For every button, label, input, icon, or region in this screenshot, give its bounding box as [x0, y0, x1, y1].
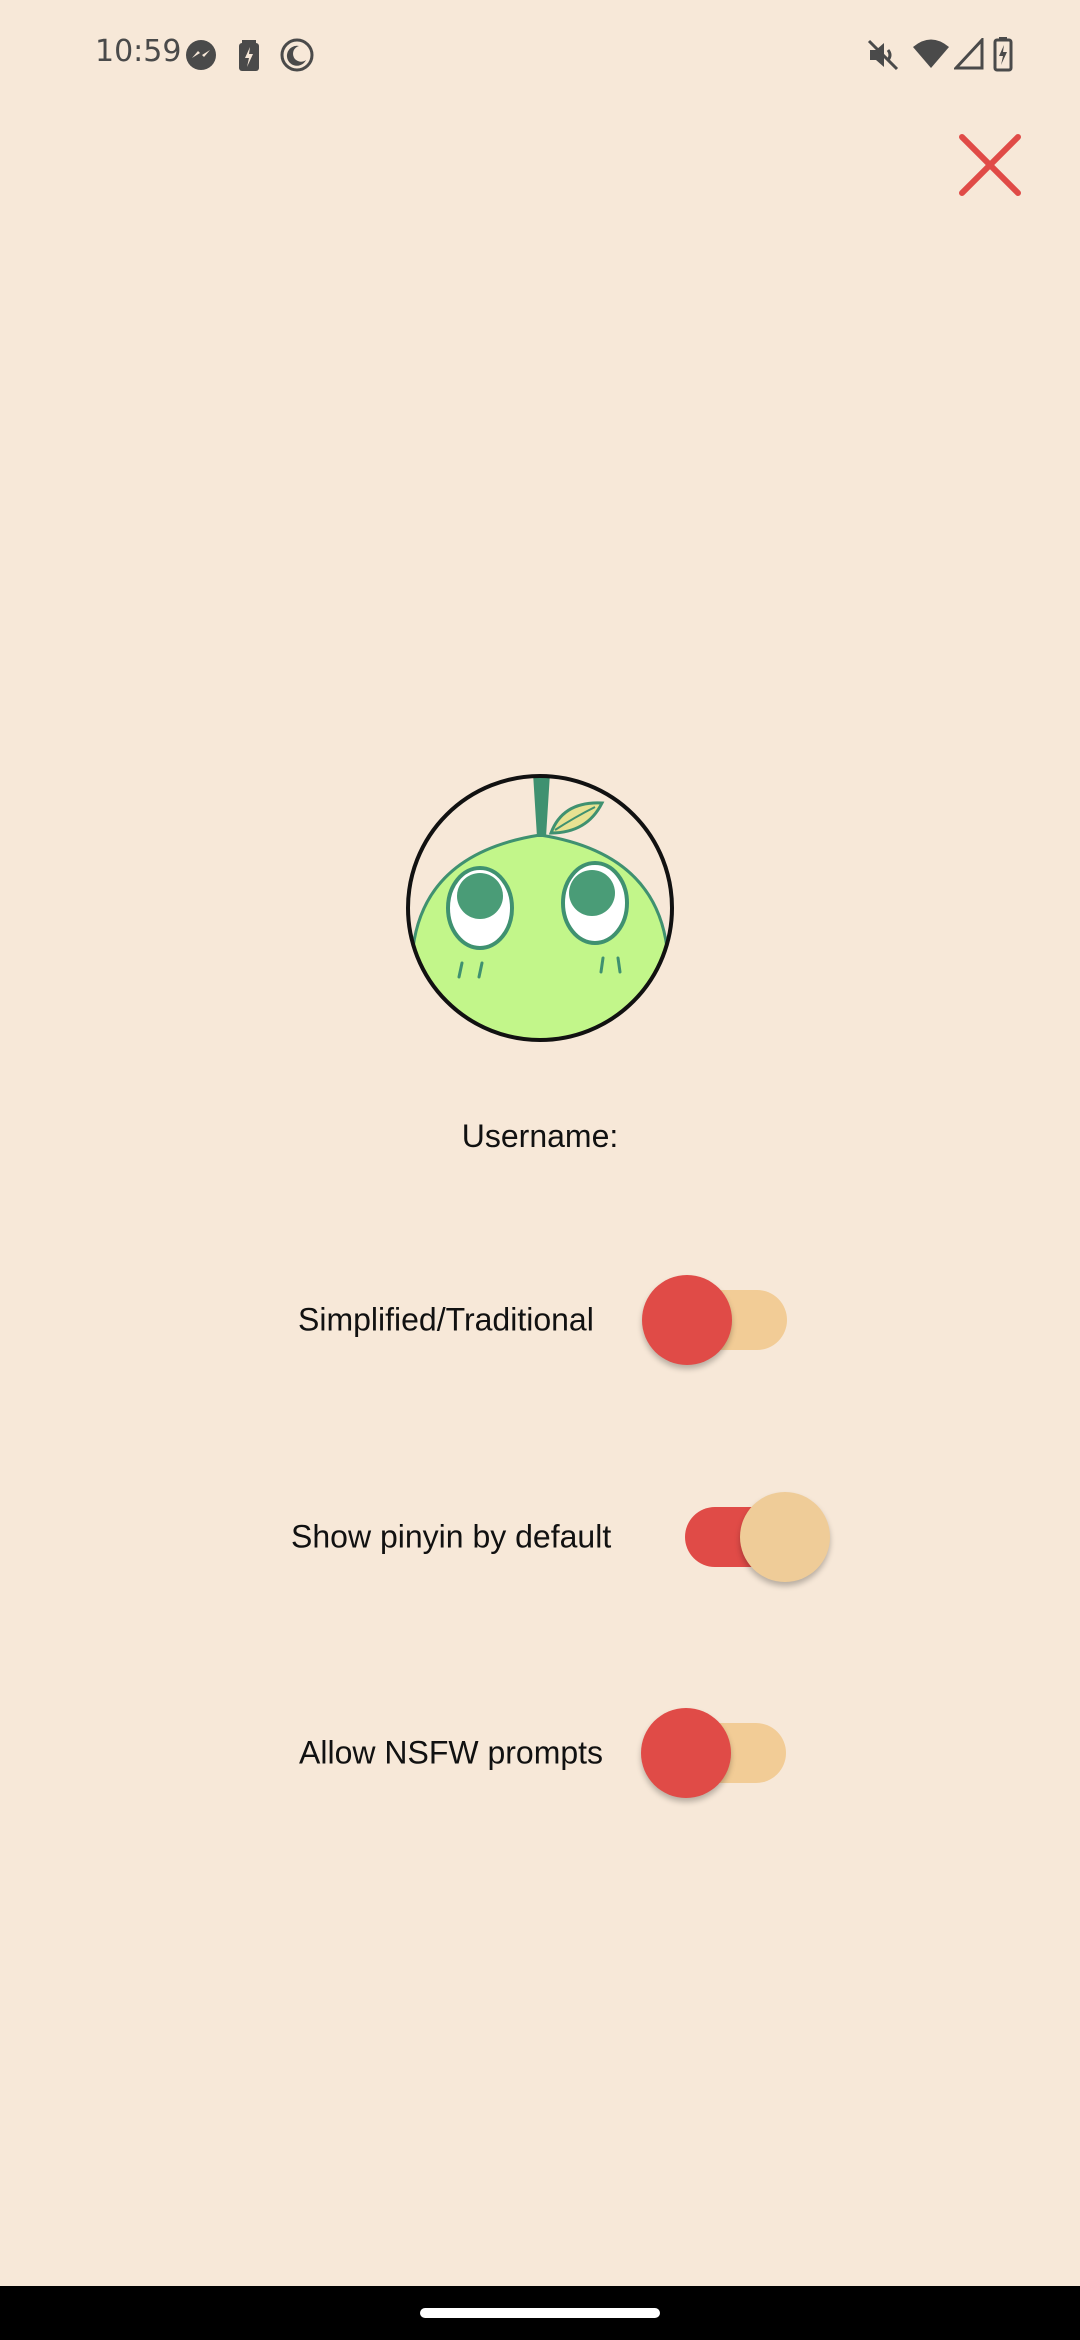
messenger-icon: [186, 40, 216, 70]
wifi-icon: [913, 39, 949, 68]
battery-saver-icon: [239, 40, 259, 71]
show-pinyin-toggle[interactable]: [685, 1487, 845, 1587]
moon-icon: [280, 38, 314, 72]
close-button[interactable]: [950, 125, 1030, 205]
toggle-thumb: [642, 1275, 732, 1365]
mute-icon: [867, 39, 899, 71]
setting-row-allow-nsfw: Allow NSFW prompts: [0, 1703, 1080, 1803]
home-handle[interactable]: [420, 2308, 660, 2318]
close-icon: [959, 134, 1021, 196]
toggle-thumb: [740, 1492, 830, 1582]
battery-icon: [993, 37, 1013, 72]
setting-label: Show pinyin by default: [291, 1518, 612, 1555]
avatar[interactable]: [405, 773, 675, 1043]
setting-row-simplified-traditional: Simplified/Traditional: [0, 1270, 1080, 1370]
setting-row-show-pinyin: Show pinyin by default: [0, 1487, 1080, 1587]
status-time: 10:59: [95, 34, 182, 69]
username-label: Username:: [461, 1118, 619, 1154]
signal-icon: [954, 38, 984, 70]
toggle-thumb: [641, 1708, 731, 1798]
allow-nsfw-toggle[interactable]: [641, 1703, 801, 1803]
apple-character-avatar: [406, 774, 674, 1042]
setting-label: Simplified/Traditional: [298, 1301, 594, 1338]
simplified-traditional-toggle[interactable]: [642, 1270, 802, 1370]
status-bar: 10:59: [0, 0, 1080, 110]
navigation-bar: [0, 2286, 1080, 2340]
setting-label: Allow NSFW prompts: [299, 1734, 604, 1771]
